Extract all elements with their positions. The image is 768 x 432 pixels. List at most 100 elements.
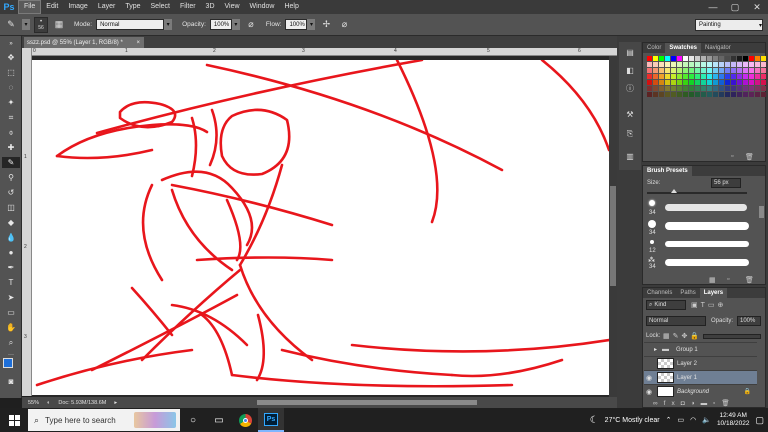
color-swatch[interactable] [671, 80, 676, 85]
color-swatch[interactable] [653, 56, 658, 61]
color-swatch[interactable] [749, 56, 754, 61]
color-swatch[interactable] [647, 62, 652, 67]
color-swatch[interactable] [737, 62, 742, 67]
color-swatch[interactable] [659, 74, 664, 79]
new-preset-icon[interactable]: ▫ [727, 276, 729, 283]
document-canvas[interactable] [32, 60, 609, 395]
color-swatch[interactable] [659, 92, 664, 97]
tab-color[interactable]: Color [643, 43, 665, 53]
menu-3d[interactable]: 3D [201, 0, 220, 14]
color-swatch[interactable] [743, 86, 748, 91]
layer-opacity-input[interactable]: 100% [737, 316, 761, 326]
color-swatch[interactable] [707, 86, 712, 91]
color-swatch[interactable] [725, 62, 730, 67]
color-swatch[interactable] [677, 74, 682, 79]
color-swatch[interactable] [761, 80, 766, 85]
color-swatch[interactable] [737, 92, 742, 97]
color-swatch[interactable] [701, 68, 706, 73]
eraser-tool-icon[interactable]: ◫ [2, 202, 20, 213]
color-swatch[interactable] [695, 68, 700, 73]
color-swatch[interactable] [665, 92, 670, 97]
trash-icon[interactable]: 🗑 [745, 153, 754, 161]
opacity-input[interactable]: 100% [209, 19, 232, 30]
color-swatch[interactable] [701, 56, 706, 61]
color-swatch[interactable] [761, 68, 766, 73]
tab-navigator[interactable]: Navigator [701, 43, 735, 53]
color-swatch[interactable] [677, 62, 682, 67]
trash-icon[interactable]: 🗑 [721, 400, 735, 407]
display-icon[interactable]: ▭ [677, 416, 684, 424]
color-swatch[interactable] [755, 56, 760, 61]
color-swatch[interactable] [719, 86, 724, 91]
color-swatch[interactable] [755, 74, 760, 79]
photoshop-taskbar-icon[interactable]: Ps [258, 408, 284, 432]
tab-swatches[interactable]: Swatches [665, 43, 702, 53]
color-swatch[interactable] [713, 86, 718, 91]
weather-text[interactable]: 27°C Mostly clear [605, 417, 660, 424]
color-swatch[interactable] [695, 56, 700, 61]
close-icon[interactable]: × [136, 40, 140, 46]
color-swatch[interactable] [689, 62, 694, 67]
color-swatch[interactable] [677, 86, 682, 91]
lasso-tool-icon[interactable]: ◌ [2, 82, 20, 93]
vertical-scrollbar-thumb[interactable] [610, 186, 616, 286]
color-swatch[interactable] [719, 68, 724, 73]
color-swatch[interactable] [737, 56, 742, 61]
color-swatch[interactable] [761, 92, 766, 97]
color-swatch[interactable] [731, 92, 736, 97]
color-swatch[interactable] [719, 92, 724, 97]
brush-preset-small[interactable] [650, 240, 654, 244]
color-swatch[interactable] [743, 56, 748, 61]
workspace-select[interactable]: Painting ▾ [695, 19, 763, 31]
color-swatch[interactable] [653, 62, 658, 67]
color-swatch[interactable] [719, 80, 724, 85]
mask-icon[interactable]: ◘ [681, 400, 691, 407]
menu-layer[interactable]: Layer [93, 0, 121, 14]
color-swatch[interactable] [743, 74, 748, 79]
color-swatch[interactable] [701, 74, 706, 79]
color-swatch[interactable] [707, 62, 712, 67]
color-swatch[interactable] [683, 62, 688, 67]
color-swatch[interactable] [755, 62, 760, 67]
minimize-button[interactable]: — [702, 0, 724, 14]
lock-icons[interactable]: ▦✎✥🔒 [663, 332, 702, 340]
close-button[interactable]: ✕ [746, 0, 768, 14]
blend-mode-select[interactable]: Normal [646, 316, 706, 326]
healing-brush-tool-icon[interactable]: ✚ [2, 142, 20, 153]
color-swatch[interactable] [653, 80, 658, 85]
color-swatch[interactable] [689, 80, 694, 85]
color-swatch[interactable] [665, 56, 670, 61]
color-swatch[interactable] [731, 68, 736, 73]
color-swatch[interactable] [665, 62, 670, 67]
color-swatch[interactable] [731, 80, 736, 85]
color-swatch[interactable] [725, 80, 730, 85]
tab-layers[interactable]: Layers [699, 288, 728, 298]
chrome-icon[interactable] [232, 408, 258, 432]
color-swatch[interactable] [761, 56, 766, 61]
color-swatch[interactable] [671, 56, 676, 61]
brush-tool-icon[interactable]: ✎ [2, 157, 20, 168]
color-swatch[interactable] [677, 68, 682, 73]
color-swatch[interactable] [671, 68, 676, 73]
color-swatch[interactable] [647, 68, 652, 73]
color-swatch[interactable] [695, 86, 700, 91]
color-swatch[interactable] [725, 68, 730, 73]
vertical-ruler[interactable]: 1 2 3 [22, 48, 32, 396]
color-swatch[interactable] [647, 86, 652, 91]
volume-icon[interactable]: 🔈 [702, 416, 711, 424]
tool-preset-dropdown[interactable]: ▾ [22, 19, 30, 30]
brush-preset-scatter-icon[interactable]: ⁂ [648, 256, 655, 264]
color-swatch[interactable] [677, 92, 682, 97]
history-brush-tool-icon[interactable]: ↺ [2, 187, 20, 198]
color-swatch[interactable] [659, 56, 664, 61]
color-swatch[interactable] [761, 74, 766, 79]
menu-edit[interactable]: Edit [41, 0, 63, 14]
color-swatch[interactable] [647, 56, 652, 61]
color-swatch[interactable] [671, 62, 676, 67]
paint-bucket-tool-icon[interactable]: ◆ [2, 217, 20, 228]
color-swatch[interactable] [755, 68, 760, 73]
color-swatch[interactable] [749, 86, 754, 91]
file-explorer-icon[interactable]: ▭ [206, 408, 232, 432]
shape-tool-icon[interactable]: ▭ [2, 307, 20, 318]
color-swatch[interactable] [647, 92, 652, 97]
